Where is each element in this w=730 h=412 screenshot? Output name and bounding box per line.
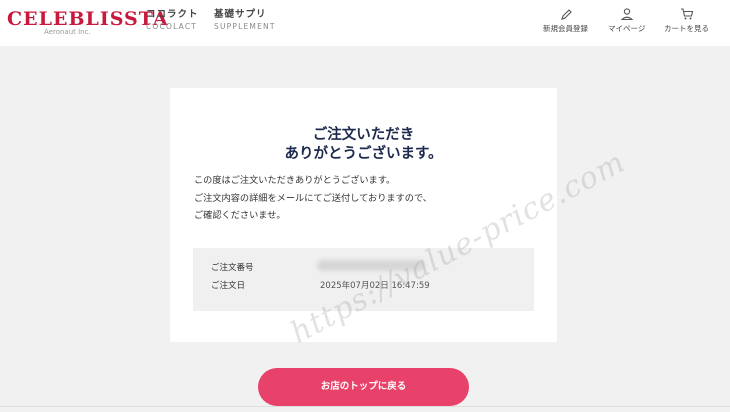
register-label: 新規会員登録 bbox=[543, 24, 588, 33]
site-header: CELEBLISSTA Aeronaut Inc. ココラクト COCOLACT… bbox=[0, 0, 730, 46]
message-line: ご注文内容の詳細をメールにてご送付しておりますので、 bbox=[194, 192, 432, 204]
register-button[interactable]: 新規会員登録 bbox=[543, 7, 588, 34]
message-line: この度はご注文いただきありがとうございます。 bbox=[194, 175, 396, 186]
nav-supplement[interactable]: 基礎サプリ SUPPLEMENT bbox=[214, 9, 276, 32]
order-number-label: ご注文番号 bbox=[211, 263, 254, 273]
cart-icon bbox=[680, 8, 693, 20]
nav-cocolact-sublabel: COCOLACT bbox=[146, 22, 198, 31]
heading-line-1: ご注文いただき bbox=[312, 127, 415, 143]
heading-line-2: ありがとうございます。 bbox=[284, 146, 443, 162]
mypage-button[interactable]: マイページ bbox=[608, 7, 645, 34]
site-logo[interactable]: CELEBLISSTA bbox=[7, 8, 169, 30]
cart-label: カートを見る bbox=[664, 24, 709, 33]
nav-cocolact-label: ココラクト bbox=[146, 9, 199, 20]
thank-you-heading: ご注文いただき ありがとうございます。 bbox=[170, 126, 557, 164]
cart-button[interactable]: カートを見る bbox=[664, 7, 709, 34]
mypage-label: マイページ bbox=[608, 24, 646, 33]
nav-cocolact[interactable]: ココラクト COCOLACT bbox=[146, 9, 199, 32]
order-date-label: ご注文日 bbox=[211, 281, 246, 291]
logo-company: Aeronaut Inc. bbox=[44, 28, 91, 36]
nav-supplement-label: 基礎サプリ bbox=[214, 9, 267, 20]
pencil-icon bbox=[560, 9, 572, 20]
nav-supplement-sublabel: SUPPLEMENT bbox=[214, 22, 276, 31]
user-icon bbox=[620, 8, 634, 21]
bottom-divider bbox=[0, 406, 730, 407]
back-to-top-button[interactable]: お店のトップに戻る bbox=[258, 368, 469, 406]
